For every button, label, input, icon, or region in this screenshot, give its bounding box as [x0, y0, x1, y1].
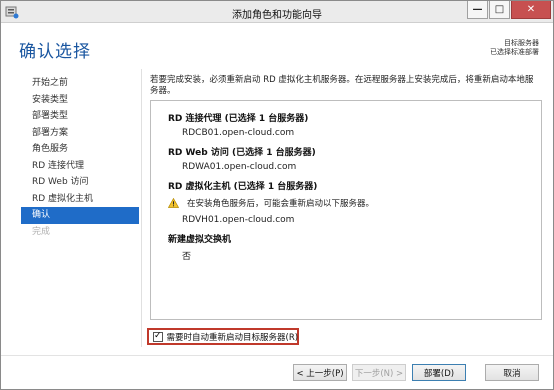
nav-item-rd-virtualization-host[interactable]: RD 虚拟化主机	[21, 191, 139, 208]
section-heading-virtualization-host: RD 虚拟化主机 (已选择 1 台服务器)	[168, 182, 318, 192]
nav-item-installation-type[interactable]: 安装类型	[21, 92, 139, 109]
nav-item-rd-web-access[interactable]: RD Web 访问	[21, 174, 139, 191]
deploy-button[interactable]: 部署(D)	[412, 364, 466, 381]
nav-item-role-services[interactable]: 角色服务	[21, 141, 139, 158]
restart-checkbox[interactable]: ✓	[153, 331, 163, 342]
confirmation-summary[interactable]: RD 连接代理 (已选择 1 台服务器) RDCB01.open-cloud.c…	[150, 100, 542, 320]
wizard-window: 添加角色和功能向导 — □ ✕ 确认选择 目标服务器 已选择标准部署 开始之前 …	[0, 0, 554, 390]
section-heading-virtual-switch: 新建虚拟交换机	[168, 235, 232, 245]
destination-server-info: 目标服务器 已选择标准部署	[490, 39, 539, 57]
wizard-nav: 开始之前 安装类型 部署类型 部署方案 角色服务 RD 连接代理 RD Web …	[21, 75, 139, 240]
destination-label: 目标服务器	[504, 39, 539, 47]
intro-text: 若要完成安装，必须重新启动 RD 虚拟化主机服务器。在远程服务器上安装完成后，将…	[150, 75, 534, 96]
minimize-button[interactable]: —	[467, 1, 488, 19]
next-button[interactable]: 下一步(N) >	[352, 364, 406, 381]
nav-item-completion: 完成	[32, 226, 51, 237]
footer-divider	[1, 355, 553, 356]
maximize-button[interactable]: □	[489, 1, 510, 19]
nav-item-rd-connection-broker[interactable]: RD 连接代理	[21, 158, 139, 175]
destination-value: 已选择标准部署	[490, 48, 539, 56]
nav-item-deployment-type[interactable]: 部署类型	[21, 108, 139, 125]
nav-divider	[141, 69, 142, 347]
nav-item-confirmation[interactable]: 确认	[21, 207, 139, 224]
warning-row: 在安装角色服务后，可能会重新启动以下服务器。	[168, 197, 374, 209]
section-heading-connection-broker: RD 连接代理 (已选择 1 台服务器)	[168, 114, 309, 124]
previous-button[interactable]: < 上一步(P)	[293, 364, 347, 381]
cancel-button[interactable]: 取消	[485, 364, 539, 381]
restart-checkbox-label[interactable]: 需要时自动重新启动目标服务器(R)	[167, 331, 299, 343]
section-value-web-access: RDWA01.open-cloud.com	[182, 162, 297, 172]
restart-checkbox-highlight[interactable]: ✓ 需要时自动重新启动目标服务器(R)	[147, 328, 299, 345]
nav-item-deployment-scenario[interactable]: 部署方案	[21, 125, 139, 142]
section-heading-web-access: RD Web 访问 (已选择 1 台服务器)	[168, 148, 316, 158]
warning-text: 在安装角色服务后，可能会重新启动以下服务器。	[187, 199, 375, 209]
warning-icon	[168, 198, 179, 208]
page-title: 确认选择	[19, 42, 91, 62]
section-value-virtual-switch: 否	[182, 252, 192, 262]
nav-item-before-you-begin[interactable]: 开始之前	[21, 75, 139, 92]
section-value-virtualization-host: RDVH01.open-cloud.com	[182, 215, 295, 225]
close-button[interactable]: ✕	[511, 1, 551, 19]
title-bar[interactable]: 添加角色和功能向导 — □ ✕	[1, 1, 553, 23]
section-value-connection-broker: RDCB01.open-cloud.com	[182, 128, 295, 138]
